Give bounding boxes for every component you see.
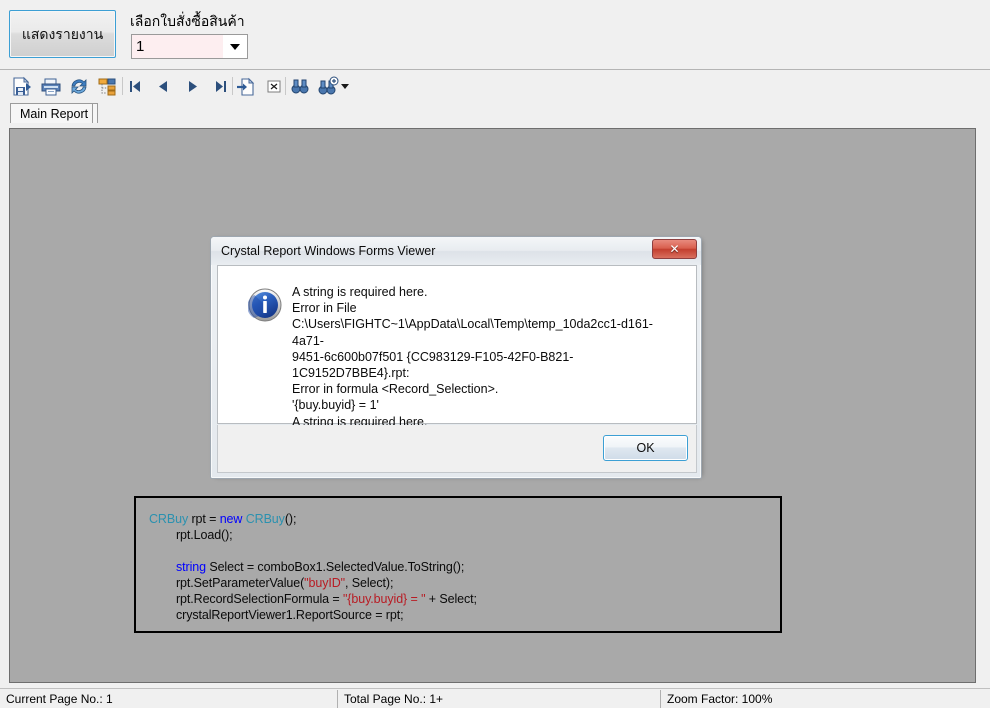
status-total-page: Total Page No.: 1+: [344, 692, 444, 706]
crystal-report-viewer-window: แสดงรายงาน เลือกใบสั่งซื้อสินค้า 1 Main …: [0, 0, 990, 708]
ok-button[interactable]: OK: [603, 435, 688, 461]
top-strip-divider: [0, 69, 990, 70]
report-tab-strip: Main Report: [0, 101, 990, 125]
status-zoom-factor: Zoom Factor: 100%: [667, 692, 773, 706]
viewer-toolbar: [0, 72, 990, 101]
tab-strip-divider: [92, 103, 93, 123]
top-control-strip: แสดงรายงาน เลือกใบสั่งซื้อสินค้า 1: [0, 0, 990, 70]
close-current-view-icon[interactable]: [263, 76, 285, 97]
zoom-dropdown-caret-icon[interactable]: [341, 84, 349, 89]
code-snippet-text: CRBuy rpt = new CRBuy(); rpt.Load(); str…: [149, 512, 477, 622]
toolbar-separator: [285, 77, 286, 95]
go-to-next-page-icon[interactable]: [182, 76, 204, 97]
chevron-down-icon[interactable]: [223, 35, 247, 58]
code-snippet-block: CRBuy rpt = new CRBuy(); rpt.Load(); str…: [134, 496, 782, 633]
status-separator: [660, 690, 661, 708]
dialog-title-bar: Crystal Report Windows Forms Viewer ✕: [211, 237, 701, 265]
toolbar-separator: [122, 77, 123, 95]
purchase-order-combobox-value[interactable]: 1: [132, 35, 223, 58]
close-icon[interactable]: ✕: [652, 239, 697, 259]
tab-main-report[interactable]: Main Report: [10, 103, 99, 123]
go-to-previous-page-icon[interactable]: [152, 76, 174, 97]
find-text-icon[interactable]: [289, 76, 311, 97]
refresh-icon[interactable]: [68, 76, 90, 97]
purchase-order-select-label: เลือกใบสั่งซื้อสินค้า: [130, 13, 245, 29]
status-bar: Current Page No.: 1 Total Page No.: 1+ Z…: [0, 688, 990, 708]
crystal-report-error-dialog: Crystal Report Windows Forms Viewer ✕ A …: [210, 236, 702, 479]
dialog-body: A string is required here. Error in File…: [217, 265, 697, 429]
go-to-first-page-icon[interactable]: [124, 76, 146, 97]
zoom-icon[interactable]: [317, 76, 339, 97]
dialog-footer: OK: [217, 425, 697, 473]
status-current-page: Current Page No.: 1: [6, 692, 113, 706]
print-report-icon[interactable]: [40, 76, 62, 97]
toggle-group-tree-icon[interactable]: [96, 76, 118, 97]
show-report-button[interactable]: แสดงรายงาน: [9, 10, 116, 58]
purchase-order-combobox[interactable]: 1: [131, 34, 248, 59]
export-report-icon[interactable]: [10, 76, 32, 97]
toolbar-separator: [232, 77, 233, 95]
status-separator: [337, 690, 338, 708]
dialog-title: Crystal Report Windows Forms Viewer: [221, 244, 436, 258]
dialog-message: A string is required here. Error in File…: [292, 285, 653, 429]
information-icon: [247, 288, 282, 322]
go-to-page-icon[interactable]: [235, 76, 257, 97]
go-to-last-page-icon[interactable]: [210, 76, 232, 97]
